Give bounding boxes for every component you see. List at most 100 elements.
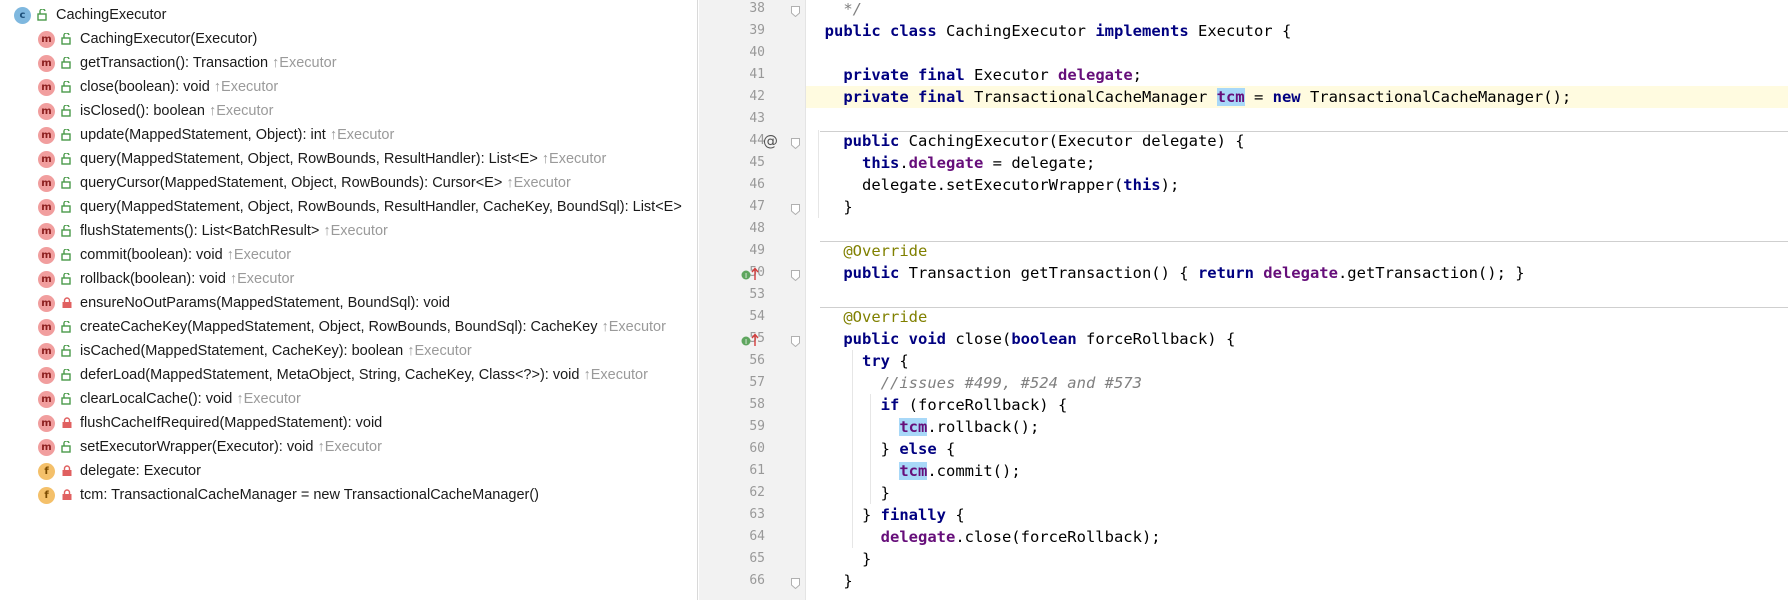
code-line[interactable]: this.delegate = delegate;: [806, 152, 1788, 174]
code-line[interactable]: } else {: [806, 438, 1788, 460]
tree-item-label: ensureNoOutParams(MappedStatement, Bound…: [80, 295, 450, 311]
tree-item-label: isCached(MappedStatement, CacheKey): boo…: [80, 343, 404, 359]
tree-method-item[interactable]: m flushStatements(): List<BatchResult> ↑Ex…: [38, 219, 388, 243]
code-line[interactable]: //issues #499, #524 and #573: [806, 372, 1788, 394]
tree-method-item[interactable]: m query(MappedStatement, Object, RowBound…: [38, 195, 682, 219]
tree-item-label: createCacheKey(MappedStatement, Object, …: [80, 319, 598, 335]
tree-method-item[interactable]: m ensureNoOutParams(MappedStatement, Boun…: [38, 291, 450, 315]
method-icon: m: [38, 246, 55, 264]
tree-method-item[interactable]: m commit(boolean): void ↑Executor: [38, 243, 291, 267]
code-line[interactable]: tcm.commit();: [806, 460, 1788, 482]
tree-method-item[interactable]: m isCached(MappedStatement, CacheKey): bo…: [38, 339, 472, 363]
inherited-from-label: ↑Executor: [213, 79, 279, 95]
code-line[interactable]: delegate.close(forceRollback);: [806, 526, 1788, 548]
code-line[interactable]: tcm.rollback();: [806, 416, 1788, 438]
code-line[interactable]: }: [806, 482, 1788, 504]
fold-marker-icon[interactable]: [791, 202, 800, 216]
inherited-from-label: ↑Executor: [506, 175, 571, 191]
tree-method-item[interactable]: m isClosed(): boolean ↑Executor: [38, 99, 273, 123]
method-icon: m: [38, 174, 55, 192]
public-icon: [60, 128, 74, 142]
fold-marker-icon[interactable]: [791, 4, 800, 18]
public-icon: [60, 368, 74, 382]
indent-guide: [852, 350, 853, 548]
code-line[interactable]: public class CachingExecutor implements …: [806, 20, 1788, 42]
tree-method-item[interactable]: m query(MappedStatement, Object, RowBound…: [38, 147, 606, 171]
tree-method-item[interactable]: m queryCursor(MappedStatement, Object, Ro…: [38, 171, 571, 195]
tree-method-item[interactable]: m close(boolean): void ↑Executor: [38, 75, 278, 99]
fold-marker-icon[interactable]: [791, 334, 800, 348]
code-line[interactable]: }: [806, 548, 1788, 570]
implements-method-icon[interactable]: I: [741, 332, 761, 351]
tree-method-item[interactable]: m deferLoad(MappedStatement, MetaObject, …: [38, 363, 648, 387]
code-line[interactable]: } finally {: [806, 504, 1788, 526]
tree-root-class[interactable]: c CachingExecutor: [14, 3, 166, 27]
code-line[interactable]: @Override: [806, 240, 1788, 262]
implements-method-icon[interactable]: I: [741, 266, 761, 285]
inherited-from-label: ↑Executor: [208, 103, 274, 119]
line-number: 56: [749, 353, 765, 368]
code-line[interactable]: public Transaction getTransaction() { re…: [806, 262, 1788, 284]
tree-field-item[interactable]: f delegate: Executor: [38, 459, 201, 483]
tree-item-label: query(MappedStatement, Object, RowBounds…: [80, 151, 538, 167]
code-editor[interactable]: 38 39 40 41 42 43 44 45 46 47 48 49 50 53 54 55 56 57 58 59…: [699, 0, 1788, 600]
tree-item-label: update(MappedStatement, Object): int: [80, 127, 326, 143]
tree-item-label: deferLoad(MappedStatement, MetaObject, S…: [80, 367, 580, 383]
tree-method-item[interactable]: m rollback(boolean): void ↑Executor: [38, 267, 294, 291]
annotation-marker-icon[interactable]: @: [763, 132, 778, 150]
code-line[interactable]: public void close(boolean forceRollback)…: [806, 328, 1788, 350]
method-separator: [820, 241, 1788, 242]
tree-method-item[interactable]: m CachingExecutor(Executor): [38, 27, 257, 51]
svg-text:I: I: [745, 338, 747, 346]
fold-marker-icon[interactable]: [791, 136, 800, 150]
code-line[interactable]: [806, 218, 1788, 240]
code-line[interactable]: [806, 108, 1788, 130]
public-icon: [60, 152, 74, 166]
code-line[interactable]: [806, 42, 1788, 64]
line-number: 66: [749, 573, 765, 588]
inherited-from-label: ↑Executor: [323, 223, 388, 239]
code-line[interactable]: }: [806, 196, 1788, 218]
method-icon: m: [38, 414, 55, 432]
line-number: 49: [749, 243, 765, 258]
tree-item-label: query(MappedStatement, Object, RowBounds…: [80, 199, 682, 215]
public-icon: [60, 56, 74, 70]
tree-method-item[interactable]: m clearLocalCache(): void ↑Executor: [38, 387, 301, 411]
method-icon: m: [38, 150, 55, 168]
code-line[interactable]: [806, 284, 1788, 306]
inherited-from-label: ↑Executor: [541, 151, 607, 167]
tree-method-item[interactable]: m update(MappedStatement, Object): int ↑Ex…: [38, 123, 394, 147]
tree-method-item[interactable]: m createCacheKey(MappedStatement, Object,…: [38, 315, 666, 339]
line-number: 38: [749, 1, 765, 16]
tree-item-label: CachingExecutor(Executor): [80, 31, 258, 47]
code-line[interactable]: @Override: [806, 306, 1788, 328]
tree-method-item[interactable]: m flushCacheIfRequired(MappedStatement): …: [38, 411, 382, 435]
tree-item-label: flushStatements(): List<BatchResult>: [80, 223, 320, 239]
code-line[interactable]: */: [806, 0, 1788, 20]
fold-marker-icon[interactable]: [791, 268, 800, 282]
tree-method-item[interactable]: m getTransaction(): Transaction ↑Executor: [38, 51, 337, 75]
fold-marker-icon[interactable]: [791, 576, 800, 590]
tree-field-item[interactable]: f tcm: TransactionalCacheManager = new Tr…: [38, 483, 539, 507]
method-icon: m: [38, 390, 55, 408]
tree-method-item[interactable]: m setExecutorWrapper(Executor): void ↑Exec…: [38, 435, 382, 459]
tree-item-label: queryCursor(MappedStatement, Object, Row…: [80, 175, 503, 191]
code-line[interactable]: public CachingExecutor(Executor delegate…: [806, 130, 1788, 152]
line-number: 47: [749, 199, 765, 214]
inherited-from-label: ↑Executor: [272, 55, 337, 71]
code-line[interactable]: private final Executor delegate;: [806, 64, 1788, 86]
line-number: 53: [749, 287, 765, 302]
public-icon: [60, 320, 74, 334]
inherited-from-label: ↑Executor: [229, 271, 295, 287]
code-line[interactable]: private final TransactionalCacheManager …: [806, 86, 1788, 108]
method-icon: m: [38, 318, 55, 336]
method-icon: m: [38, 438, 55, 456]
code-line[interactable]: if (forceRollback) {: [806, 394, 1788, 416]
indent-guide: [870, 394, 871, 504]
public-icon: [60, 392, 74, 406]
code-area[interactable]: */ public class CachingExecutor implemen…: [806, 0, 1788, 600]
code-line[interactable]: try {: [806, 350, 1788, 372]
method-separator: [820, 307, 1788, 308]
code-line[interactable]: }: [806, 570, 1788, 592]
code-line[interactable]: delegate.setExecutorWrapper(this);: [806, 174, 1788, 196]
